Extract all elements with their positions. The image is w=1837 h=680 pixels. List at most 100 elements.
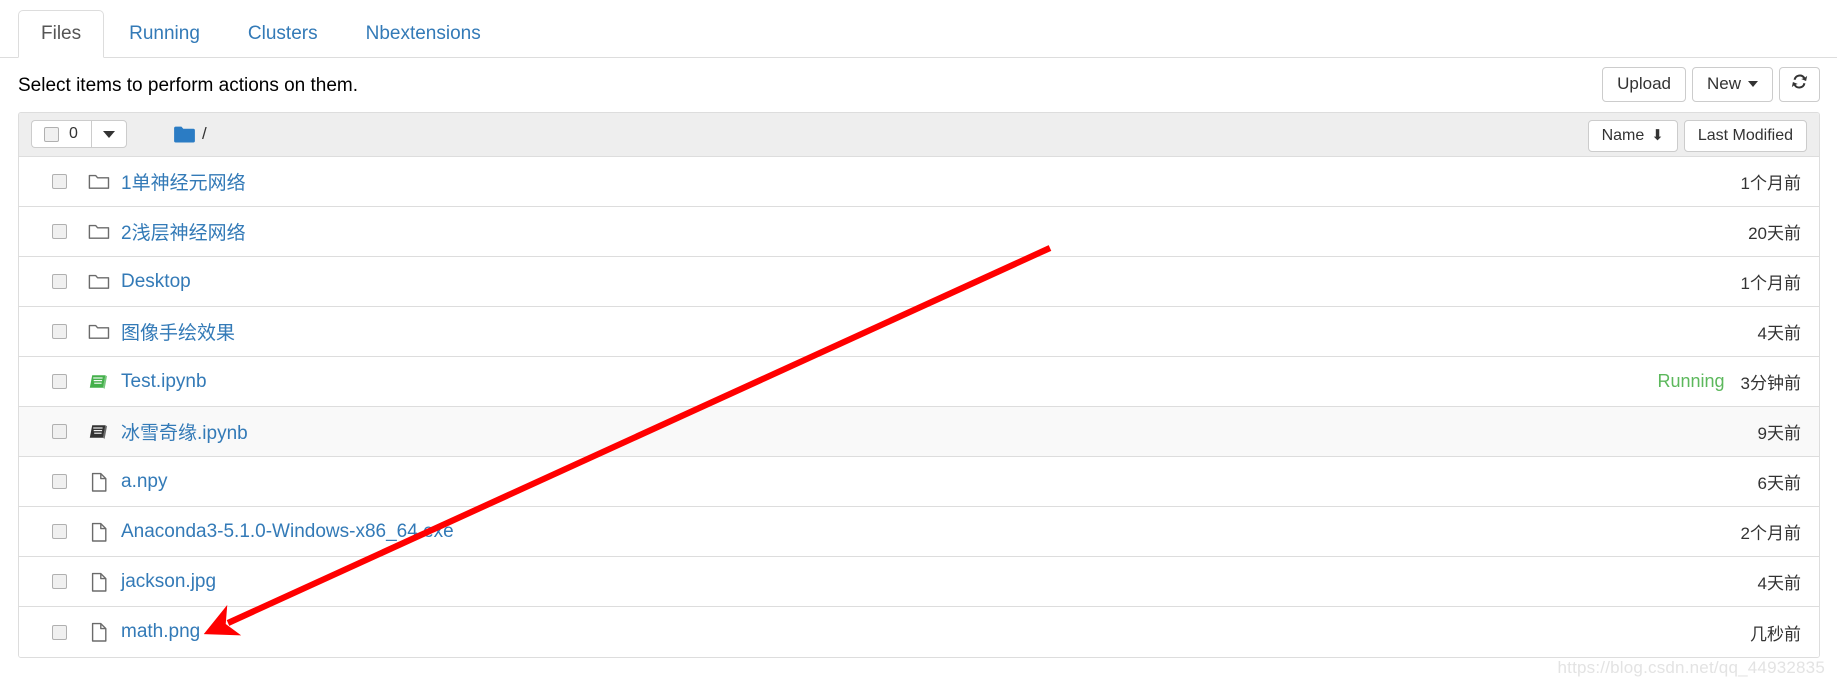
breadcrumb: / [174, 124, 207, 144]
notebook-icon [88, 421, 110, 443]
file-name-link[interactable]: Desktop [121, 271, 191, 293]
caret-down-icon [1748, 81, 1758, 87]
folder-icon [88, 324, 110, 339]
file-list-panel: 0 / Name ⬇ Last Modified 1单神经元网络 1个月前 2浅层神经… [18, 112, 1820, 658]
file-name-link[interactable]: 冰雪奇缘.ipynb [121, 418, 248, 445]
tab-clusters[interactable]: Clusters [225, 10, 341, 58]
notebook-icon [89, 374, 107, 389]
action-row: Select items to perform actions on them.… [0, 58, 1837, 112]
tab-nbextensions[interactable]: Nbextensions [343, 10, 504, 58]
folder-icon [88, 171, 110, 193]
table-row[interactable]: 2浅层神经网络 20天前 [19, 207, 1819, 257]
row-meta: 20天前 [1748, 207, 1801, 256]
row-meta: 1个月前 [1741, 257, 1801, 306]
checkbox-icon[interactable] [44, 126, 59, 142]
folder-icon [88, 321, 110, 343]
file-name-link[interactable]: 图像手绘效果 [121, 318, 235, 345]
modified-time: 3分钟前 [1740, 374, 1801, 393]
sort-by-modified-button[interactable]: Last Modified [1683, 120, 1807, 153]
tab-bar: Files Running Clusters Nbextensions [0, 0, 1837, 58]
row-checkbox[interactable] [52, 474, 67, 489]
tab-running[interactable]: Running [106, 10, 223, 58]
row-checkbox[interactable] [52, 324, 67, 339]
table-row[interactable]: 图像手绘效果 4天前 [19, 307, 1819, 357]
file-icon [88, 621, 110, 643]
arrow-down-icon: ⬇ [1651, 127, 1664, 144]
modified-time: 20天前 [1748, 224, 1801, 243]
table-row[interactable]: Test.ipynb Running 3分钟前 [19, 357, 1819, 407]
table-row[interactable]: 1单神经元网络 1个月前 [19, 157, 1819, 207]
table-row[interactable]: 冰雪奇缘.ipynb 9天前 [19, 407, 1819, 457]
row-meta: 4天前 [1758, 307, 1801, 356]
folder-icon [88, 221, 110, 243]
refresh-button[interactable] [1779, 67, 1820, 103]
file-name-link[interactable]: math.png [121, 621, 200, 643]
caret-down-icon [102, 130, 115, 138]
select-all-dropdown-button[interactable] [90, 120, 127, 148]
tab-list: Files Running Clusters Nbextensions [18, 10, 506, 58]
folder-icon [88, 271, 110, 293]
file-name-link[interactable]: 2浅层神经网络 [121, 218, 246, 245]
modified-time: 9天前 [1757, 424, 1801, 443]
sort-buttons: Name ⬇ Last Modified [1587, 120, 1807, 153]
tab-files[interactable]: Files [18, 10, 105, 58]
file-name-link[interactable]: jackson.jpg [121, 571, 216, 593]
table-row[interactable]: math.png 几秒前 [19, 607, 1819, 657]
select-all-group: 0 [31, 120, 127, 148]
file-icon [91, 472, 107, 492]
file-name-link[interactable]: Test.ipynb [121, 371, 207, 393]
table-row[interactable]: Desktop 1个月前 [19, 257, 1819, 307]
row-meta: Running 3分钟前 [1657, 357, 1801, 406]
folder-icon [88, 174, 110, 189]
sort-name-label: Name [1601, 127, 1645, 144]
file-name-link[interactable]: a.npy [121, 471, 167, 493]
modified-time: 几秒前 [1750, 624, 1801, 644]
file-name-link[interactable]: Anaconda3-5.1.0-Windows-x86_64.exe [121, 521, 454, 543]
modified-time: 1个月前 [1740, 274, 1801, 293]
file-icon [91, 522, 107, 542]
file-list-toolbar: 0 / Name ⬇ Last Modified [19, 113, 1819, 157]
table-row[interactable]: jackson.jpg 4天前 [19, 557, 1819, 607]
file-icon [88, 571, 110, 593]
modified-time: 6天前 [1757, 474, 1801, 493]
file-icon [88, 521, 110, 543]
folder-icon[interactable] [174, 126, 195, 143]
row-checkbox[interactable] [52, 524, 67, 539]
modified-time: 4天前 [1757, 574, 1801, 593]
row-checkbox[interactable] [52, 424, 67, 439]
row-meta: 几秒前 [1750, 607, 1801, 657]
file-icon [88, 471, 110, 493]
folder-icon [88, 224, 110, 239]
file-name-link[interactable]: 1单神经元网络 [121, 168, 246, 195]
row-meta: 4天前 [1758, 557, 1801, 606]
table-row[interactable]: a.npy 6天前 [19, 457, 1819, 507]
modified-time: 4天前 [1757, 324, 1801, 343]
select-all-button[interactable]: 0 [31, 120, 91, 148]
row-meta: 2个月前 [1741, 507, 1801, 556]
row-checkbox[interactable] [52, 574, 67, 589]
folder-icon [88, 274, 110, 289]
file-icon [91, 572, 107, 592]
table-row[interactable]: Anaconda3-5.1.0-Windows-x86_64.exe 2个月前 [19, 507, 1819, 557]
row-checkbox[interactable] [52, 624, 67, 640]
row-checkbox[interactable] [52, 174, 67, 189]
row-meta: 1个月前 [1741, 157, 1801, 206]
jupyter-file-browser: Files Running Clusters Nbextensions Select … [0, 0, 1837, 680]
row-meta: 6天前 [1758, 457, 1801, 506]
file-icon [91, 622, 107, 642]
file-rows: 1单神经元网络 1个月前 2浅层神经网络 20天前 Desktop 1个月前图像手绘效果 4… [19, 157, 1819, 657]
watermark: https://blog.csdn.net/qq_44932835 [1557, 658, 1825, 677]
new-button-label: New [1706, 74, 1741, 93]
row-meta: 9天前 [1758, 407, 1801, 456]
row-checkbox[interactable] [52, 274, 67, 289]
modified-time: 2个月前 [1740, 524, 1801, 543]
breadcrumb-root[interactable]: / [202, 124, 207, 144]
sort-by-name-button[interactable]: Name ⬇ [1587, 120, 1678, 153]
status-badge[interactable]: Running [1657, 371, 1724, 392]
selection-hint: Select items to perform actions on them. [18, 75, 359, 96]
upload-button[interactable]: Upload [1602, 67, 1686, 103]
action-buttons: Upload New [1602, 67, 1820, 103]
row-checkbox[interactable] [52, 374, 67, 389]
row-checkbox[interactable] [52, 224, 67, 239]
new-button[interactable]: New [1691, 67, 1773, 103]
